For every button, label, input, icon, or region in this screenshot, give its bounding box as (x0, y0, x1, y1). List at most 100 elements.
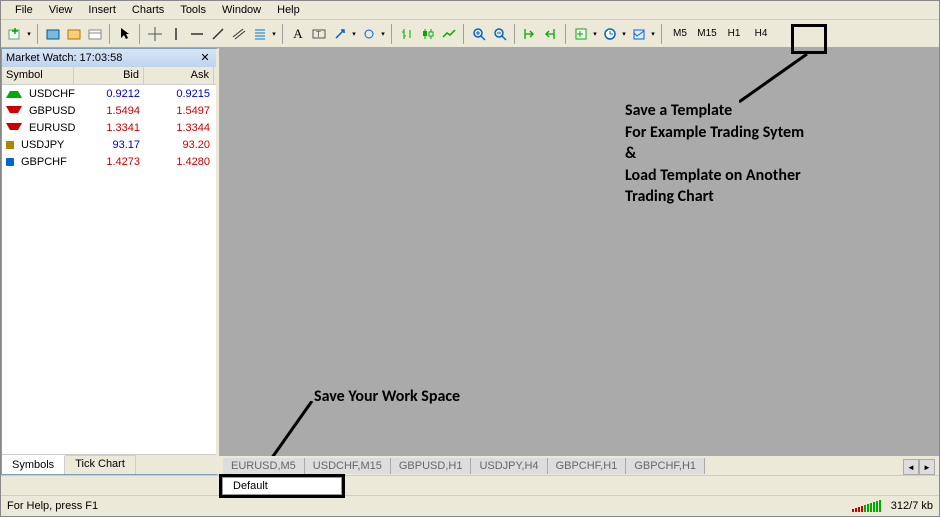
channel-button[interactable] (229, 24, 249, 44)
menu-tools[interactable]: Tools (172, 2, 214, 18)
trendline-button[interactable] (208, 24, 228, 44)
table-row[interactable]: EURUSD 1.3341 1.3344 (2, 119, 216, 136)
profiles-button[interactable] (43, 24, 63, 44)
menu-file[interactable]: File (7, 2, 41, 18)
svg-text:T: T (316, 30, 321, 39)
status-help-text: For Help, press F1 (7, 500, 98, 512)
bar-chart-button[interactable] (397, 24, 417, 44)
chart-tab[interactable]: USDCHF,M15 (305, 458, 391, 474)
navigator-button[interactable] (85, 24, 105, 44)
ask-value: 1.4280 (144, 155, 214, 169)
fibonacci-button[interactable] (250, 24, 270, 44)
menu-charts[interactable]: Charts (124, 2, 172, 18)
candlestick-button[interactable] (418, 24, 438, 44)
menu-view[interactable]: View (41, 2, 81, 18)
diamond-icon (6, 158, 14, 166)
dropdown-icon[interactable]: ▾ (620, 30, 628, 38)
annotation-box: Default (219, 474, 345, 498)
menu-help[interactable]: Help (269, 2, 308, 18)
tf-m5[interactable]: M5 (667, 24, 693, 44)
text-button[interactable]: A (288, 24, 308, 44)
symbol-label: GBPCHF (17, 155, 71, 169)
market-watch-body: USDCHF 0.9212 0.9215 GBPUSD 1.5494 1.549… (2, 85, 216, 454)
templates-button[interactable] (629, 24, 649, 44)
vertical-line-button[interactable] (166, 24, 186, 44)
ask-value: 93.20 (144, 138, 214, 152)
market-watch-tabs: Symbols Tick Chart (2, 454, 216, 474)
dropdown-icon[interactable]: ▾ (350, 30, 358, 38)
dropdown-icon[interactable]: ▾ (649, 30, 657, 38)
ask-value: 1.5497 (144, 104, 214, 118)
close-icon[interactable]: ✕ (198, 51, 212, 64)
zoom-in-button[interactable] (469, 24, 489, 44)
workspace-tab[interactable]: Default (222, 477, 342, 495)
chart-tab[interactable]: EURUSD,M5 (223, 458, 305, 474)
col-ask[interactable]: Ask (144, 67, 214, 84)
menu-bar: File View Insert Charts Tools Window Hel… (1, 1, 939, 20)
down-arrow-icon (6, 123, 22, 132)
menu-window[interactable]: Window (214, 2, 269, 18)
up-arrow-icon (6, 89, 22, 98)
diamond-icon (6, 141, 14, 149)
periods-button[interactable] (600, 24, 620, 44)
connection-bars-icon (852, 500, 881, 512)
text-label-button[interactable]: T (309, 24, 329, 44)
col-bid[interactable]: Bid (74, 67, 144, 84)
workspace-bar: Default (1, 475, 939, 495)
status-traffic: 312/7 kb (891, 500, 933, 512)
tf-h4[interactable]: H4 (748, 24, 774, 44)
status-bar: For Help, press F1 312/7 kb (1, 495, 939, 515)
chart-tab[interactable]: GBPCHF,H1 (626, 458, 705, 474)
tf-h1[interactable]: H1 (721, 24, 747, 44)
dropdown-icon[interactable]: ▾ (591, 30, 599, 38)
tf-m15[interactable]: M15 (694, 24, 720, 44)
dropdown-icon[interactable]: ▾ (270, 30, 278, 38)
chart-tab[interactable]: GBPCHF,H1 (548, 458, 627, 474)
ask-value: 0.9215 (144, 87, 214, 101)
table-row[interactable]: USDCHF 0.9212 0.9215 (2, 85, 216, 102)
scroll-right-icon[interactable]: ► (919, 459, 935, 475)
new-chart-button[interactable] (5, 24, 25, 44)
symbol-label: EURUSD (25, 121, 79, 135)
line-chart-button[interactable] (439, 24, 459, 44)
annotation-box (791, 24, 827, 54)
zoom-out-button[interactable] (490, 24, 510, 44)
shapes-button[interactable] (359, 24, 379, 44)
market-watch-button[interactable] (64, 24, 84, 44)
bid-value: 0.9212 (74, 87, 144, 101)
scroll-left-icon[interactable]: ◄ (903, 459, 919, 475)
bid-value: 93.17 (74, 138, 144, 152)
auto-scroll-button[interactable] (520, 24, 540, 44)
ask-value: 1.3344 (144, 121, 214, 135)
dropdown-icon[interactable]: ▾ (25, 30, 33, 38)
table-row[interactable]: GBPCHF 1.4273 1.4280 (2, 153, 216, 170)
symbol-label: USDCHF (25, 87, 79, 101)
chart-tab[interactable]: USDJPY,H4 (471, 458, 547, 474)
tab-symbols[interactable]: Symbols (2, 455, 65, 474)
market-watch-header: Symbol Bid Ask (2, 67, 216, 85)
chart-shift-button[interactable] (541, 24, 561, 44)
col-symbol[interactable]: Symbol (2, 67, 74, 84)
indicators-button[interactable] (571, 24, 591, 44)
dropdown-icon[interactable]: ▾ (379, 30, 387, 38)
tab-tick-chart[interactable]: Tick Chart (65, 455, 136, 474)
chart-area: Save a Template For Example Trading Syte… (219, 48, 939, 475)
chart-tabs: EURUSD,M5 USDCHF,M15 GBPUSD,H1 USDJPY,H4… (219, 456, 939, 475)
bid-value: 1.5494 (74, 104, 144, 118)
market-watch-panel: Market Watch: 17:03:58 ✕ Symbol Bid Ask … (1, 48, 219, 475)
menu-insert[interactable]: Insert (80, 2, 124, 18)
table-row[interactable]: GBPUSD 1.5494 1.5497 (2, 102, 216, 119)
market-watch-title-text: Market Watch: 17:03:58 (6, 52, 122, 64)
annotation-template-text: Save a Template For Example Trading Syte… (625, 100, 804, 208)
cursor-button[interactable] (115, 24, 135, 44)
market-watch-title: Market Watch: 17:03:58 ✕ (2, 49, 216, 67)
chart-tab[interactable]: GBPUSD,H1 (391, 458, 472, 474)
down-arrow-icon (6, 106, 22, 115)
symbol-label: USDJPY (17, 138, 68, 152)
arrows-button[interactable] (330, 24, 350, 44)
bid-value: 1.4273 (74, 155, 144, 169)
symbol-label: GBPUSD (25, 104, 79, 118)
horizontal-line-button[interactable] (187, 24, 207, 44)
table-row[interactable]: USDJPY 93.17 93.20 (2, 136, 216, 153)
crosshair-button[interactable] (145, 24, 165, 44)
